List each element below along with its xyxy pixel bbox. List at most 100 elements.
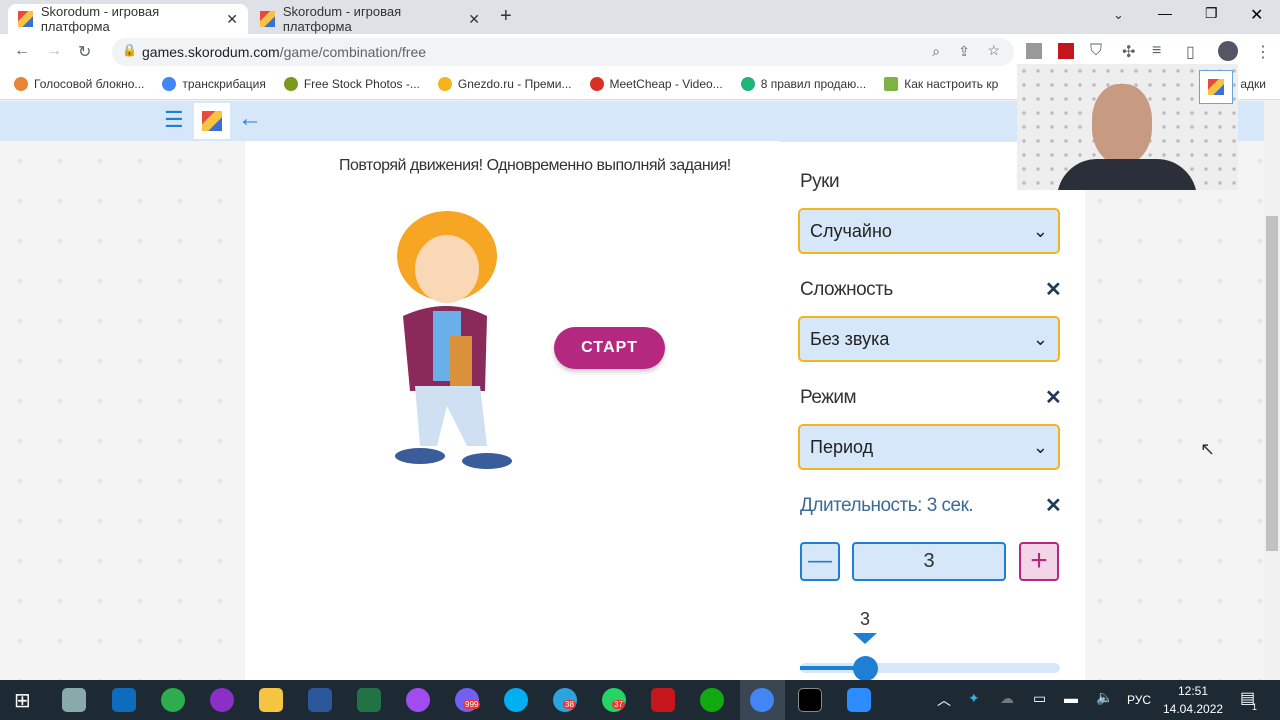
close-tab-icon[interactable]: ✕ bbox=[226, 11, 238, 28]
difficulty-value: Без звука bbox=[810, 328, 890, 349]
difficulty-label: Сложность bbox=[800, 279, 893, 300]
bookmark-label: Gnezdo.ru - Преми... bbox=[457, 76, 572, 91]
telegram-icon[interactable]: 38 bbox=[553, 688, 577, 712]
webcam-overlay bbox=[1017, 64, 1238, 190]
mode-label: Режим bbox=[800, 387, 857, 408]
tab-skorodum-2[interactable]: Skorodum - игровая платформа ✕ bbox=[250, 4, 490, 34]
difficulty-select[interactable]: Без звука ⌄ bbox=[798, 316, 1060, 362]
tab-title: Skorodum - игровая платформа bbox=[40, 4, 160, 34]
skype-icon[interactable] bbox=[504, 688, 528, 712]
bookmark-item[interactable]: Free Stock Photos -... bbox=[283, 76, 420, 91]
file-explorer-icon[interactable] bbox=[259, 688, 283, 712]
volume-icon[interactable]: 🔈 bbox=[1096, 689, 1113, 706]
bookmark-item[interactable]: 8 правил продаю... bbox=[740, 76, 866, 91]
bookmark-item[interactable]: MeetCheap - Video... bbox=[589, 76, 723, 91]
url-input[interactable]: 🔒 games.skorodum.com/game/combination/fre… bbox=[112, 38, 1014, 66]
duration-input[interactable]: 3 bbox=[852, 542, 1006, 581]
tab-skorodum-1[interactable]: Skorodum - игровая платформа ✕ bbox=[8, 4, 248, 34]
media-control-icon[interactable]: ≡ bbox=[1152, 42, 1161, 60]
hamburger-menu-icon[interactable]: ☰ bbox=[164, 107, 184, 133]
close-icon[interactable]: ✕ bbox=[1045, 385, 1062, 410]
close-icon[interactable]: ✕ bbox=[1045, 277, 1062, 302]
tray-chevron-icon[interactable]: ︿ bbox=[937, 690, 951, 710]
start-button[interactable]: СТАРТ bbox=[554, 327, 665, 369]
bookmark-item[interactable]: Как настроить кр bbox=[884, 76, 999, 91]
bookmark-label: транскрибация bbox=[182, 76, 266, 91]
new-tab-button[interactable]: + bbox=[500, 5, 512, 28]
bookmark-label: Голосовой блокно... bbox=[34, 76, 145, 91]
app-icon[interactable] bbox=[700, 688, 724, 712]
evernote-icon[interactable] bbox=[161, 688, 185, 712]
increment-button[interactable]: + bbox=[1019, 542, 1059, 581]
back-icon[interactable]: ← bbox=[14, 42, 30, 60]
chevron-down-icon: ⌄ bbox=[1032, 328, 1048, 349]
scrollbar-thumb[interactable] bbox=[1266, 216, 1278, 551]
extension-acrobat-icon[interactable] bbox=[1058, 43, 1074, 59]
clock-date[interactable]: 14.04.2022 bbox=[1163, 702, 1223, 716]
bookmark-item[interactable]: транскрибация bbox=[162, 76, 266, 91]
close-window-button[interactable]: ✕ bbox=[1250, 5, 1263, 25]
bookmark-label: Как настроить кр bbox=[904, 76, 999, 91]
tab-strip: Skorodum - игровая платформа ✕ Skorodum -… bbox=[0, 0, 1280, 34]
close-icon[interactable]: ✕ bbox=[1045, 493, 1062, 518]
whatsapp-icon[interactable]: 37 bbox=[602, 688, 626, 712]
messenger-icon[interactable] bbox=[406, 688, 430, 712]
windows-start-icon[interactable]: ⊞ bbox=[14, 688, 31, 713]
language-indicator[interactable]: РУС bbox=[1127, 693, 1151, 707]
onedrive-icon[interactable]: ☁ bbox=[1000, 690, 1014, 707]
hands-select[interactable]: Случайно ⌄ bbox=[798, 208, 1060, 254]
menu-kebab-icon[interactable]: ⋮ bbox=[1255, 42, 1271, 62]
excel-icon[interactable] bbox=[357, 688, 381, 712]
game-content: Повторяй движения! Одновременно выполняй… bbox=[245, 141, 1085, 681]
profile-avatar[interactable] bbox=[1218, 41, 1238, 61]
windows-taskbar: ⊞ 999 38 37 ︿ ✦ ☁ ▭ ▬ 🔈 РУС 12:51 14.04.… bbox=[0, 680, 1280, 720]
mode-select[interactable]: Период ⌄ bbox=[798, 424, 1060, 470]
share-icon[interactable]: ⇪ bbox=[958, 43, 970, 60]
terminal-icon[interactable] bbox=[798, 688, 822, 712]
bookmark-item[interactable]: Голосовой блокно... bbox=[14, 76, 145, 91]
slider-value-label: 3 bbox=[859, 609, 870, 629]
chrome-icon bbox=[162, 76, 177, 91]
bookmark-icon bbox=[884, 76, 899, 91]
extension-devtools-icon[interactable] bbox=[1026, 43, 1042, 59]
bookmark-label: Free Stock Photos -... bbox=[303, 76, 420, 91]
chevron-down-icon: ⌄ bbox=[1032, 220, 1048, 241]
skorodum-logo[interactable] bbox=[194, 103, 230, 139]
other-bookmarks[interactable]: адки bbox=[1240, 77, 1280, 91]
bookmark-label: адки bbox=[1240, 76, 1266, 91]
minimize-button[interactable]: — bbox=[1158, 5, 1172, 21]
tab-search-icon[interactable]: ⌄ bbox=[1113, 7, 1124, 23]
viber-badge: 999 bbox=[463, 700, 481, 709]
side-panel-icon[interactable]: ▯ bbox=[1186, 42, 1195, 62]
decrement-button[interactable]: — bbox=[800, 542, 840, 581]
zoom-icon[interactable]: ⌕ bbox=[932, 43, 940, 60]
slider-thumb[interactable] bbox=[853, 656, 878, 681]
outlook-icon[interactable] bbox=[112, 688, 136, 712]
checkmark-icon bbox=[740, 76, 755, 91]
presenter-body bbox=[1057, 159, 1197, 190]
reload-icon[interactable]: ↻ bbox=[78, 42, 91, 62]
bookmark-icon bbox=[437, 76, 452, 91]
battery-icon[interactable]: ▬ bbox=[1064, 690, 1078, 706]
chrome-taskbar-active[interactable] bbox=[740, 680, 785, 720]
restore-button[interactable]: ❐ bbox=[1205, 5, 1218, 22]
podcast-app-icon[interactable] bbox=[210, 688, 234, 712]
bookmark-item[interactable]: Gnezdo.ru - Преми... bbox=[437, 76, 572, 91]
extension-shield-icon[interactable]: ⛉ bbox=[1090, 42, 1102, 60]
word-icon[interactable] bbox=[308, 688, 332, 712]
acrobat-icon[interactable] bbox=[651, 688, 675, 712]
forward-icon[interactable]: → bbox=[46, 42, 62, 60]
extensions-puzzle-icon[interactable]: ✣ bbox=[1122, 42, 1135, 62]
back-arrow-icon[interactable]: ← bbox=[238, 105, 262, 133]
network-icon[interactable]: ▭ bbox=[1033, 690, 1046, 707]
viber-icon[interactable]: 999 bbox=[455, 688, 481, 712]
close-tab-icon[interactable]: ✕ bbox=[468, 11, 480, 28]
scrollbar[interactable] bbox=[1264, 101, 1280, 680]
hands-label: Руки bbox=[800, 171, 840, 192]
tray-bird-icon[interactable]: ✦ bbox=[968, 690, 980, 707]
taskbar-app-icon[interactable] bbox=[62, 688, 86, 712]
zoom-app-icon[interactable] bbox=[847, 688, 871, 712]
duration-slider[interactable]: 3 bbox=[800, 605, 1060, 681]
clock-time[interactable]: 12:51 bbox=[1178, 684, 1208, 698]
bookmark-star-icon[interactable]: ☆ bbox=[987, 42, 1000, 59]
